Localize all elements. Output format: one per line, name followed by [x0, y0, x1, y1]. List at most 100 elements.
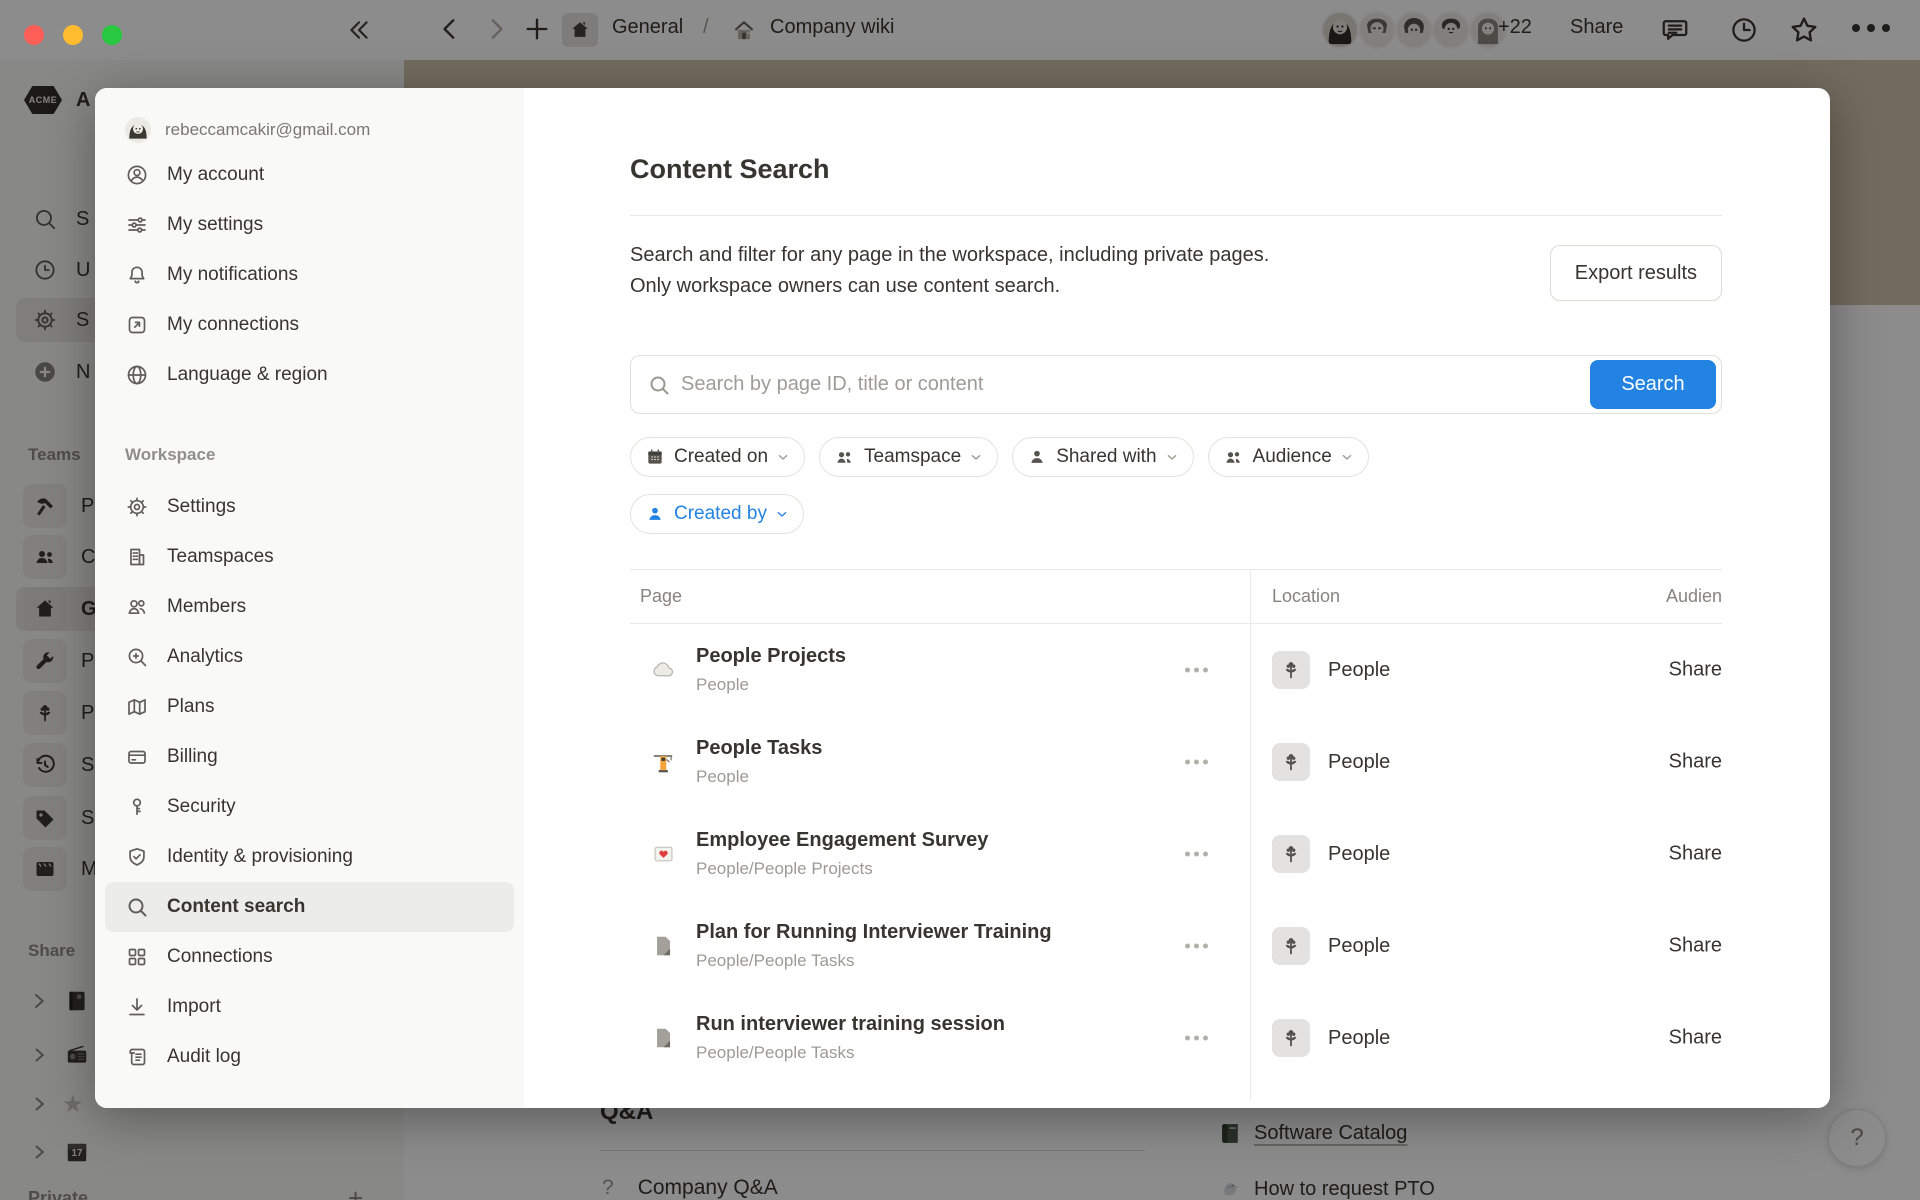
more-options-button[interactable]: [1185, 668, 1208, 673]
page-title[interactable]: Run interviewer training session: [696, 1013, 1005, 1036]
location-cell[interactable]: People: [1272, 835, 1390, 873]
table-row[interactable]: Run interviewer training session People/…: [630, 992, 1722, 1084]
location-cell[interactable]: People: [1272, 927, 1390, 965]
filter-teamspace[interactable]: Teamspace: [819, 437, 998, 477]
chevron-down-icon: [1164, 449, 1180, 465]
credit-card-icon: [125, 745, 149, 769]
panel-title: Content Search: [630, 154, 1722, 185]
settings-nav: rebeccamcakir@gmail.com My account My se…: [95, 88, 524, 1108]
nav-item-import[interactable]: Import: [105, 982, 514, 1032]
plant-icon: [1272, 743, 1310, 781]
cloud-icon: [648, 656, 678, 684]
nav-item-security[interactable]: Security: [105, 782, 514, 832]
search-icon: [125, 895, 149, 919]
arrow-out-box-icon: [125, 313, 149, 337]
page-title[interactable]: Employee Engagement Survey: [696, 829, 988, 852]
person-icon: [1027, 447, 1047, 467]
page-path: People/People Tasks: [696, 951, 1052, 971]
love-letter-icon: [648, 841, 678, 868]
location-cell[interactable]: People: [1272, 743, 1390, 781]
key-icon: [125, 795, 149, 819]
page-path: People: [696, 767, 822, 787]
nav-item-audit-log[interactable]: Audit log: [105, 1032, 514, 1082]
page-path: People/People Projects: [696, 859, 988, 879]
nav-item-settings[interactable]: Settings: [105, 482, 514, 532]
chevron-down-icon: [774, 506, 790, 522]
search-input[interactable]: [681, 373, 1590, 396]
members-icon: [125, 595, 149, 619]
bell-icon: [125, 263, 149, 287]
table-row[interactable]: Plan for Running Interviewer Training Pe…: [630, 900, 1722, 992]
settings-modal: rebeccamcakir@gmail.com My account My se…: [95, 88, 1830, 1108]
more-options-button[interactable]: [1185, 852, 1208, 857]
page-title[interactable]: Plan for Running Interviewer Training: [696, 921, 1052, 944]
column-audience-clipped: Audien: [1666, 586, 1722, 607]
results-table: Page Location Audien People Projects Peo…: [630, 569, 1722, 1100]
more-options-button[interactable]: [1185, 1036, 1208, 1041]
account-email: rebeccamcakir@gmail.com: [165, 120, 370, 140]
filter-shared-with[interactable]: Shared with: [1012, 437, 1193, 477]
nav-item-teamspaces[interactable]: Teamspaces: [105, 532, 514, 582]
filter-created-by-active[interactable]: Created by: [630, 494, 804, 534]
nav-item-billing[interactable]: Billing: [105, 732, 514, 782]
panel-description: Search and filter for any page in the wo…: [630, 240, 1550, 302]
filter-audience[interactable]: Audience: [1208, 437, 1369, 477]
chevron-down-icon: [968, 449, 984, 465]
close-window-button[interactable]: [24, 25, 44, 45]
user-circle-icon: [125, 163, 149, 187]
building-icon: [125, 545, 149, 569]
column-page: Page: [640, 586, 682, 607]
more-options-button[interactable]: [1185, 944, 1208, 949]
nav-item-content-search-selected[interactable]: Content search: [105, 882, 514, 932]
nav-item-plans[interactable]: Plans: [105, 682, 514, 732]
page-title[interactable]: People Tasks: [696, 737, 822, 760]
audience-cell-clipped: Share: [1669, 751, 1722, 774]
audience-cell-clipped: Share: [1669, 935, 1722, 958]
nav-item-connections[interactable]: Connections: [105, 932, 514, 982]
plant-icon: [1272, 651, 1310, 689]
export-results-button[interactable]: Export results: [1550, 245, 1722, 301]
gear-icon: [125, 495, 149, 519]
more-options-button[interactable]: [1185, 760, 1208, 765]
map-icon: [125, 695, 149, 719]
table-row[interactable]: People Projects People People Share: [630, 624, 1722, 716]
nav-item-my-account[interactable]: My account: [105, 150, 514, 200]
shield-check-icon: [125, 845, 149, 869]
location-cell[interactable]: People: [1272, 1019, 1390, 1057]
chevron-down-icon: [775, 449, 791, 465]
window-controls: [24, 25, 122, 45]
magnifier-plus-icon: [125, 645, 149, 669]
table-header: Page Location Audien: [630, 569, 1722, 624]
nav-item-my-connections[interactable]: My connections: [105, 300, 514, 350]
page-title[interactable]: People Projects: [696, 645, 846, 668]
plant-icon: [1272, 1019, 1310, 1057]
plant-icon: [1272, 927, 1310, 965]
page-icon: [648, 933, 678, 959]
nav-item-identity-provisioning[interactable]: Identity & provisioning: [105, 832, 514, 882]
page-path: People: [696, 675, 846, 695]
plant-icon: [1272, 835, 1310, 873]
filter-created-on[interactable]: Created on: [630, 437, 805, 477]
page-path: People/People Tasks: [696, 1043, 1005, 1063]
people-icon: [1223, 447, 1244, 468]
audience-cell-clipped: Share: [1669, 659, 1722, 682]
nav-item-my-settings[interactable]: My settings: [105, 200, 514, 250]
chevron-down-icon: [1339, 449, 1355, 465]
nav-item-language-region[interactable]: Language & region: [105, 350, 514, 400]
audience-cell-clipped: Share: [1669, 1027, 1722, 1050]
table-row[interactable]: People Tasks People People Share: [630, 716, 1722, 808]
sliders-icon: [125, 213, 149, 237]
search-button[interactable]: Search: [1590, 360, 1716, 409]
workspace-section-label: Workspace: [105, 440, 514, 470]
account-avatar: [125, 117, 151, 143]
grid-icon: [125, 945, 149, 969]
minimize-window-button[interactable]: [63, 25, 83, 45]
nav-item-my-notifications[interactable]: My notifications: [105, 250, 514, 300]
import-arrow-icon: [125, 995, 149, 1019]
location-cell[interactable]: People: [1272, 651, 1390, 689]
nav-item-members[interactable]: Members: [105, 582, 514, 632]
nav-item-analytics[interactable]: Analytics: [105, 632, 514, 682]
content-search-bar[interactable]: Search: [630, 355, 1722, 414]
table-row[interactable]: Employee Engagement Survey People/People…: [630, 808, 1722, 900]
zoom-window-button[interactable]: [102, 25, 122, 45]
